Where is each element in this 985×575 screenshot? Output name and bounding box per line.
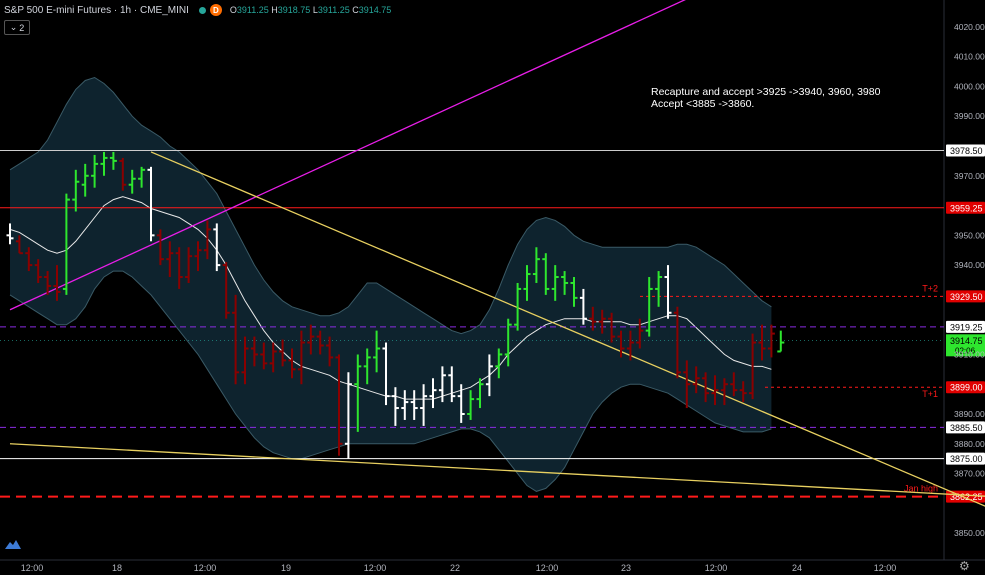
x-tick-label: 12:00 bbox=[536, 563, 559, 573]
y-tick-label: 3950.00 bbox=[954, 230, 985, 240]
y-tick-label: 3880.00 bbox=[954, 439, 985, 449]
level-label-1: 3959.25 bbox=[950, 203, 983, 213]
x-tick-label: 12:00 bbox=[705, 563, 728, 573]
y-tick-label: 3940.00 bbox=[954, 260, 985, 270]
y-tick-label: 3990.00 bbox=[954, 111, 985, 121]
x-tick-label: 12:00 bbox=[21, 563, 44, 573]
gear-icon[interactable]: ⚙ bbox=[959, 559, 970, 573]
annotation-line-1: Recapture and accept >3925 ->3940, 3960,… bbox=[651, 86, 881, 98]
chevron-down-icon: ⌄ bbox=[9, 22, 18, 32]
level-tag-2: T+2 bbox=[922, 283, 938, 293]
y-tick-label: 3870.00 bbox=[954, 469, 985, 479]
x-tick-label: 19 bbox=[281, 563, 291, 573]
last-price-label: 3914.75 bbox=[950, 336, 983, 346]
level-label-0: 3978.50 bbox=[950, 146, 983, 156]
level-label-6: 3875.00 bbox=[950, 454, 983, 464]
ohlc-readout: O3911.25 H3918.75 L3911.25 C3914.75 bbox=[229, 5, 392, 15]
y-tick-label: 4000.00 bbox=[954, 81, 985, 91]
trendline-yellow-lower bbox=[9, 443, 985, 497]
y-tick-label: 3970.00 bbox=[954, 171, 985, 181]
level-label-3: 3919.25 bbox=[950, 322, 983, 332]
y-tick-label: 3850.00 bbox=[954, 528, 985, 538]
ohlc-bar bbox=[777, 330, 785, 353]
x-tick-label: 12:00 bbox=[364, 563, 387, 573]
symbol-title[interactable]: S&P 500 E-mini Futures · 1h · CME_MINI bbox=[4, 5, 189, 16]
x-tick-label: 24 bbox=[792, 563, 802, 573]
level-label-4: 3899.00 bbox=[950, 383, 983, 393]
bollinger-band bbox=[9, 76, 772, 492]
time-axis: 12:00 18 12:00 19 12:00 22 12:00 23 12:00 24 12:00 bbox=[21, 563, 897, 573]
indicators-collapse-button[interactable]: ⌄ 2 bbox=[4, 20, 30, 35]
level-label-5: 3885.50 bbox=[950, 423, 983, 433]
dividend-badge[interactable]: D bbox=[209, 4, 222, 16]
x-tick-label: 18 bbox=[112, 563, 122, 573]
x-tick-label: 12:00 bbox=[874, 563, 897, 573]
band-fill bbox=[10, 77, 772, 492]
y-tick-label: 4020.00 bbox=[954, 22, 985, 32]
y-tick-label: 4010.00 bbox=[954, 52, 985, 62]
level-label-2: 3929.50 bbox=[950, 292, 983, 302]
y-tick-label: 3890.00 bbox=[954, 409, 985, 419]
chart-header: S&P 500 E-mini Futures · 1h · CME_MINI D… bbox=[4, 3, 391, 17]
y-tick-label: 3910.00 bbox=[954, 349, 985, 359]
x-tick-label: 22 bbox=[450, 563, 460, 573]
chart-annotation[interactable]: Recapture and accept >3925 ->3940, 3960,… bbox=[651, 86, 883, 110]
x-tick-label: 12:00 bbox=[194, 563, 217, 573]
snapshot-icon[interactable] bbox=[4, 537, 22, 551]
x-tick-label: 23 bbox=[621, 563, 631, 573]
level-tag-4: T+1 bbox=[922, 389, 938, 399]
annotation-line-2: Accept <3885 ->3860. bbox=[651, 98, 755, 110]
market-status-icon bbox=[198, 6, 206, 14]
